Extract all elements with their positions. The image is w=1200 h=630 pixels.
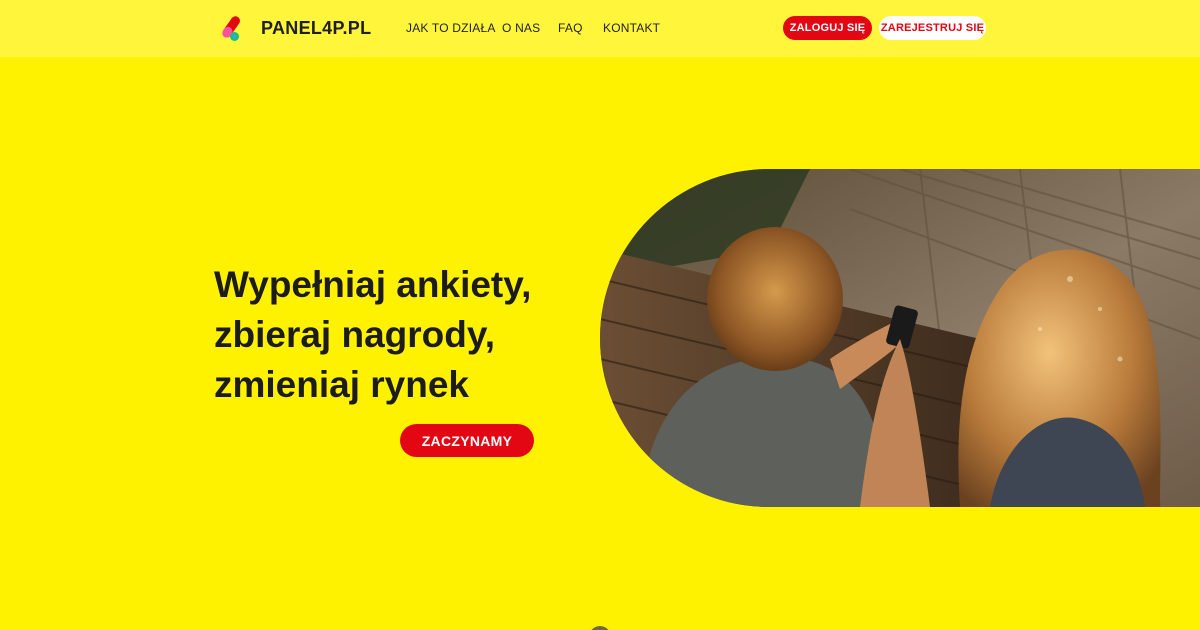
scroll-down-indicator[interactable] xyxy=(589,626,611,630)
hero-headline-line-1: Wypełniaj ankiety, xyxy=(214,264,532,305)
register-button[interactable]: ZAREJESTRUJ SIĘ xyxy=(879,16,986,40)
start-button[interactable]: ZACZYNAMY xyxy=(400,424,534,457)
brand-name[interactable]: PANEL4P.PL xyxy=(261,18,371,39)
logo-icon[interactable] xyxy=(219,13,243,43)
nav-faq[interactable]: FAQ xyxy=(558,21,583,35)
landing-page: PANEL4P.PL JAK TO DZIAŁA O NAS FAQ KONTA… xyxy=(0,0,1200,630)
hero-photo xyxy=(600,169,1200,507)
nav-how-it-works[interactable]: JAK TO DZIAŁA xyxy=(406,21,496,35)
site-header: PANEL4P.PL JAK TO DZIAŁA O NAS FAQ KONTA… xyxy=(0,0,1200,57)
hero-headline-line-2: zbieraj nagrody, xyxy=(214,314,495,355)
hero-headline-line-3: zmieniaj rynek xyxy=(214,364,470,405)
nav-contact[interactable]: KONTAKT xyxy=(603,21,660,35)
login-button[interactable]: ZALOGUJ SIĘ xyxy=(783,16,872,40)
nav-about[interactable]: O NAS xyxy=(502,21,540,35)
hero-headline: Wypełniaj ankiety, zbieraj nagrody, zmie… xyxy=(214,260,574,410)
